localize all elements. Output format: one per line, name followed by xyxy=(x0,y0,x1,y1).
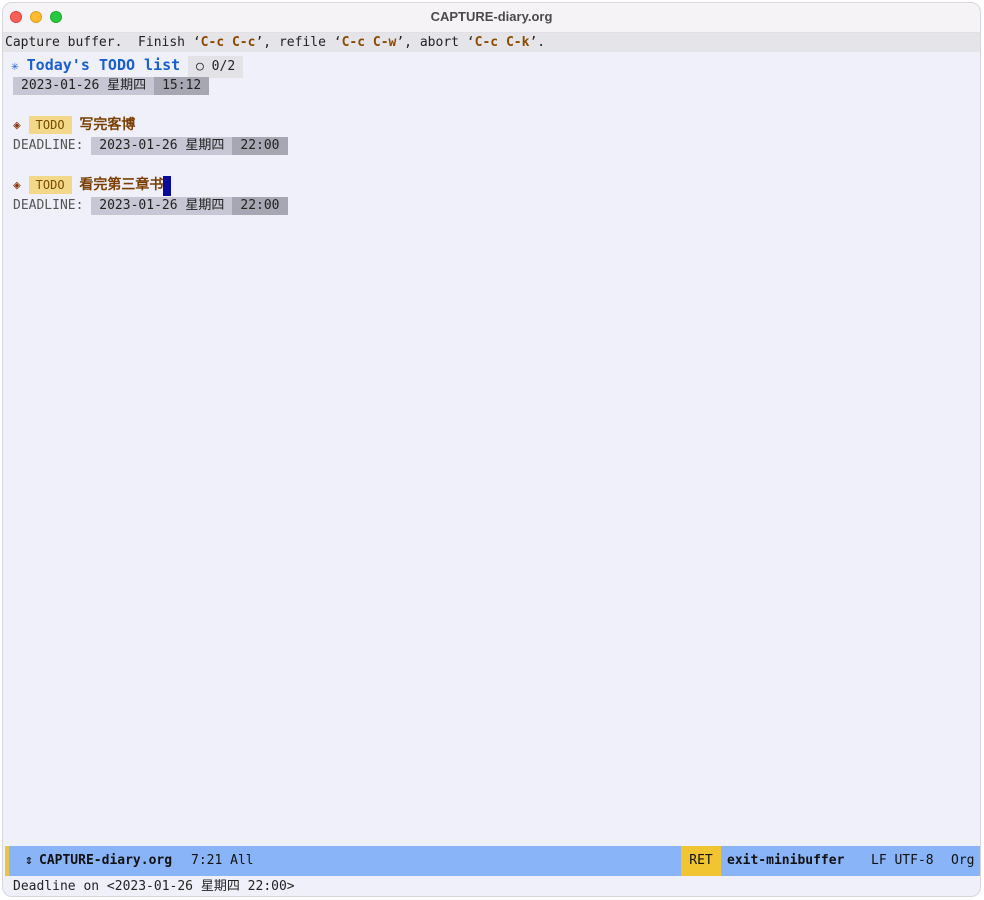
encoding-indicator[interactable]: LF UTF-8 xyxy=(871,846,934,876)
last-command: exit-minibuffer xyxy=(727,853,845,868)
deadline-date[interactable]: 2023-01-26 星期四 xyxy=(91,136,233,155)
header-mid-1: ’, refile ‘ xyxy=(255,35,342,50)
emacs-window: CAPTURE-diary.org Capture buffer. Finish… xyxy=(2,2,981,897)
progress-cookie[interactable]: ○ 0/2 xyxy=(188,56,244,78)
task-deadline-1: DEADLINE: 2023-01-26 星期四 22:00 xyxy=(13,136,288,156)
task-heading-2[interactable]: ◈ TODO 看完第三章书 xyxy=(13,175,172,196)
title-bar: CAPTURE-diary.org xyxy=(3,3,980,33)
todo-keyword-badge[interactable]: TODO xyxy=(28,116,72,134)
major-mode[interactable]: Org xyxy=(951,846,974,876)
deadline-time[interactable]: 22:00 xyxy=(232,196,288,215)
abort-keybinding[interactable]: C-c C-k xyxy=(475,35,530,50)
heading-bullet-icon: ✳ xyxy=(11,59,19,74)
ret-key-badge: RET xyxy=(681,846,721,876)
timestamp-date[interactable]: 2023-01-26 星期四 xyxy=(13,76,155,95)
deadline-time[interactable]: 22:00 xyxy=(232,136,288,155)
task-bullet-icon: ◈ xyxy=(13,118,21,133)
text-cursor xyxy=(163,175,172,196)
task-deadline-2: DEADLINE: 2023-01-26 星期四 22:00 xyxy=(13,196,288,216)
echo-area: Deadline on <2023-01-26 星期四 22:00> xyxy=(13,879,295,894)
task-heading-1[interactable]: ◈ TODO 写完客博 xyxy=(13,115,135,135)
finish-keybinding[interactable]: C-c C-c xyxy=(201,35,256,50)
capture-header-line: Capture buffer. Finish ‘C-c C-c’, refile… xyxy=(3,33,980,52)
task-bullet-icon: ◈ xyxy=(13,178,21,193)
deadline-label: DEADLINE: xyxy=(13,138,84,153)
heading-line[interactable]: ✳ Today's TODO list ○ 0/2 xyxy=(11,54,244,78)
heading-title[interactable]: Today's TODO list xyxy=(27,56,181,74)
cursor-position: 7:21 All xyxy=(191,853,254,868)
header-suffix: ’. xyxy=(529,35,546,50)
todo-keyword-badge[interactable]: TODO xyxy=(28,176,72,194)
deadline-date[interactable]: 2023-01-26 星期四 xyxy=(91,196,233,215)
buffer-name[interactable]: CAPTURE-diary.org xyxy=(39,846,172,876)
heading-timestamp[interactable]: 2023-01-26 星期四 15:12 xyxy=(13,76,210,96)
timestamp-time[interactable]: 15:12 xyxy=(154,76,210,95)
window-title: CAPTURE-diary.org xyxy=(430,9,553,24)
header-mid-2: ’, abort ‘ xyxy=(396,35,475,50)
deadline-label: DEADLINE: xyxy=(13,198,84,213)
header-prefix: Capture buffer. Finish ‘ xyxy=(5,35,201,50)
task-title[interactable]: 写完客博 xyxy=(79,117,135,133)
task-title[interactable]: 看完第三章书 xyxy=(79,177,163,193)
mode-line: ⇕ CAPTURE-diary.org 7:21 All RET exit-mi… xyxy=(5,846,980,876)
refile-keybinding[interactable]: C-c C-w xyxy=(342,35,397,50)
buffer-status-icon: ⇕ xyxy=(25,853,33,868)
